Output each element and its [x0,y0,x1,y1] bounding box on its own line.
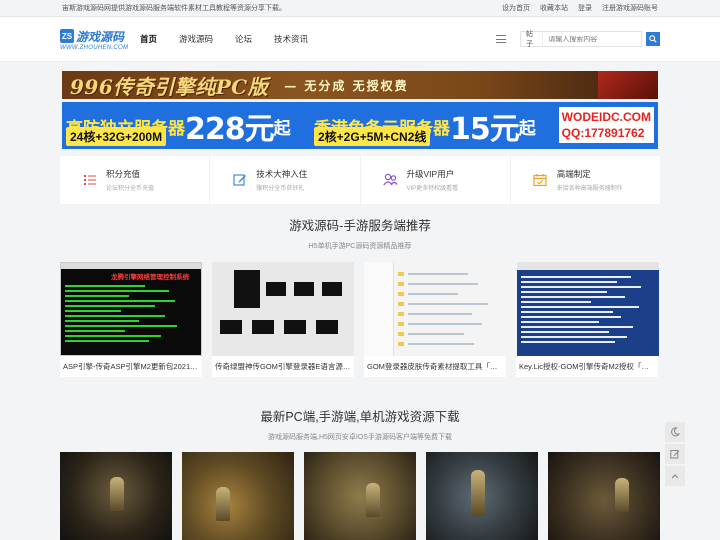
card-title: Key.Lic授权-GOM引擎传奇M2授权「无限… [519,362,658,371]
nav-forum[interactable]: 论坛 [235,33,252,45]
feature-points-recharge[interactable]: 积分充值 论坛积分全币充值 [60,156,211,204]
search-scope-select[interactable]: 帖子 [521,31,544,48]
back-to-top-button[interactable] [665,466,685,486]
section-title-recommend: 游戏源码-手游服务端推荐 [289,219,431,233]
moon-icon [671,427,680,437]
logo-text: 游戏源码 [76,29,125,44]
recommend-card[interactable]: GOM登录器皮肤传奇素材提取工具「一键… [364,262,506,377]
banner2-right-price: 15元 [450,112,520,147]
banner2-left-qi: 起 [273,118,291,138]
card-thumbnail [364,262,506,356]
section-subtitle-recommend: H5单机手游PC源码资源精品推荐 [308,243,412,250]
feature-title: 高端制定 [556,169,591,179]
banner2-left-price: 228元 [185,112,275,147]
night-mode-button[interactable] [665,422,685,442]
top-bar: 宙斯游戏源码网提供游戏源码服务端软件素材工具教程等资源分享下载。 设为首页 收藏… [0,0,720,17]
feature-desc: 论坛积分全币充值 [106,186,155,192]
search-icon [649,35,657,43]
logo-mark-icon: ZS [60,29,74,43]
game-card[interactable] [60,452,172,540]
feature-title: 积分充值 [106,169,141,179]
game-card[interactable] [426,452,538,540]
banner2-site: WODEIDC.COM [561,110,651,124]
bookmark-link[interactable]: 收藏本站 [540,3,568,13]
feature-title: 升级VIP用户 [406,169,455,179]
feature-title: 技术大神入住 [256,169,308,179]
card-thumbnail: 龙腾引擎网络管理控制系统 [60,262,202,356]
calendar-check-icon [533,173,548,188]
search-input[interactable] [543,35,641,43]
users-icon [382,173,398,188]
feature-vip-upgrade[interactable]: 升级VIP用户 VIP更多特权级看看 [361,156,511,204]
feature-desc: VIP更多特权级看看 [406,186,459,192]
feature-custom-build[interactable]: 高端制定 来接各种高端服务器制作 [511,156,660,204]
main-nav: 首页 游戏源码 论坛 技术资讯 [140,33,308,45]
search-box: 帖子 [520,31,642,48]
banner2-qq: QQ:177891762 [561,126,645,140]
nav-home[interactable]: 首页 [140,33,157,45]
thumb-console-title: 龙腾引擎网络管理控制系统 [111,274,189,281]
edit-icon [232,173,247,188]
site-header: ZS 游戏源码 WWW.ZHOUHEN.COM 首页 游戏源码 论坛 技术资讯 … [0,17,720,62]
menu-icon[interactable] [496,35,506,43]
card-thumbnail [517,262,659,356]
feature-desc: 来接各种高端服务器制作 [556,186,623,192]
banner2-right-spec: 2核+2G+5M+CN2线 [314,127,431,146]
feature-expert-join[interactable]: 技术大神入住 赚积分全币获好礼 [210,156,361,204]
card-title: GOM登录器皮肤传奇素材提取工具「一键… [367,362,506,371]
game-card[interactable] [548,452,660,540]
top-links: 设为首页 收藏本站 登录 注册游戏源码账号 [502,3,658,13]
list-icon [82,173,97,188]
feature-bar: 积分充值 论坛积分全币充值 技术大神入住 赚积分全币获好礼 升级VIP用户 VI… [60,156,660,204]
recommend-card[interactable]: 龙腾引擎网络管理控制系统 ASP引擎-传奇ASP引擎M2更新包2021110… [60,262,202,377]
game-card[interactable] [182,452,294,540]
edit-icon [670,450,680,459]
recommend-card[interactable]: 传奇绿盟神传GOM引擎登录器E语言源码… [212,262,354,377]
card-title: 传奇绿盟神传GOM引擎登录器E语言源码… [215,362,354,371]
banner2-right-qi: 起 [518,118,536,138]
search-button[interactable] [646,32,660,46]
register-link[interactable]: 注册游戏源码账号 [602,3,658,13]
header-right: 帖子 [496,31,660,48]
section-subtitle-downloads: 游戏源码服务端,H5网页安卓IOS手游源码客户端等免费下载 [268,434,452,441]
card-title: ASP引擎-传奇ASP引擎M2更新包2021110… [63,362,202,371]
site-logo[interactable]: ZS 游戏源码 WWW.ZHOUHEN.COM [60,28,130,51]
floating-toolbar [665,422,685,486]
nav-game-source[interactable]: 游戏源码 [179,33,213,45]
game-card-list [60,452,660,540]
set-homepage-link[interactable]: 设为首页 [502,3,530,13]
post-button[interactable] [665,444,685,464]
login-link[interactable]: 登录 [578,3,592,13]
ad-banner-server[interactable]: 高防独立服务器 228元 起 香港免备云服务器 15元 起 24核+32G+20… [62,102,658,149]
feature-desc: 赚积分全币获好礼 [256,186,305,192]
banner1-sub-text: — 无分成 无授权费 [284,78,409,93]
banner1-main-text: 996传奇引擎纯PC版 [70,74,269,99]
chevron-up-icon [671,474,679,479]
card-thumbnail [212,262,354,356]
nav-tech-news[interactable]: 技术资讯 [274,33,308,45]
banner1-character-image [598,71,658,99]
banner2-contact: WODEIDC.COM QQ:177891762 [558,107,654,143]
game-card[interactable] [304,452,416,540]
section-title-downloads: 最新PC端,手游端,单机游戏资源下载 [260,410,460,424]
logo-url: WWW.ZHOUHEN.COM [60,44,129,51]
ad-banner-996-engine[interactable]: 996传奇引擎纯PC版 — 无分成 无授权费 [62,71,658,99]
site-notice: 宙斯游戏源码网提供游戏源码服务端软件素材工具教程等资源分享下载。 [62,5,286,12]
banner2-left-spec: 24核+32G+200M [66,127,167,146]
